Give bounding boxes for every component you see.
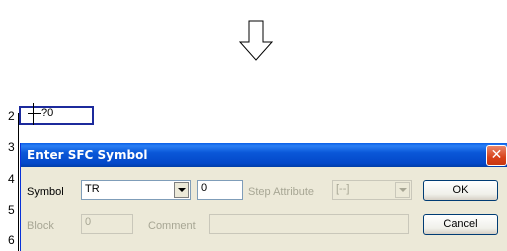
dialog-titlebar[interactable]: Enter SFC Symbol ✕ bbox=[21, 143, 507, 167]
cancel-button[interactable]: Cancel bbox=[423, 214, 498, 235]
comment-label: Comment bbox=[148, 220, 196, 232]
block-field: 0 bbox=[81, 214, 133, 234]
symbol-dropdown[interactable]: TR bbox=[81, 180, 191, 200]
chevron-down-icon[interactable] bbox=[174, 182, 189, 198]
chevron-down-icon bbox=[395, 182, 410, 198]
comment-field bbox=[209, 214, 409, 234]
block-label: Block bbox=[27, 220, 54, 232]
down-arrow-icon bbox=[238, 20, 274, 61]
ok-button[interactable]: OK bbox=[423, 180, 498, 201]
cursor-cell[interactable] bbox=[19, 106, 94, 125]
close-button[interactable]: ✕ bbox=[486, 145, 507, 166]
step-attribute-dropdown-value: [--] bbox=[336, 183, 350, 195]
cursor-crosshair-horizontal bbox=[28, 113, 41, 114]
step-attribute-label: Step Attribute bbox=[248, 186, 315, 198]
symbol-label: Symbol bbox=[27, 186, 64, 198]
left-power-rail bbox=[18, 113, 19, 251]
cursor-crosshair-vertical bbox=[33, 103, 34, 125]
close-icon: ✕ bbox=[490, 147, 503, 163]
row-number: 5 bbox=[8, 203, 15, 217]
step-attribute-dropdown: [--] bbox=[332, 180, 412, 200]
symbol-dropdown-value: TR bbox=[85, 183, 100, 195]
step-number-field[interactable]: 0 bbox=[197, 180, 243, 200]
row-number: 2 bbox=[8, 109, 15, 123]
row-number: 4 bbox=[8, 172, 15, 186]
enter-sfc-symbol-dialog: Enter SFC Symbol ✕ Symbol TR 0 Step Attr… bbox=[20, 143, 507, 251]
row-number: 6 bbox=[8, 233, 15, 247]
dialog-title: Enter SFC Symbol bbox=[27, 148, 148, 162]
row-number: 3 bbox=[8, 140, 15, 154]
cursor-cell-text: ?0 bbox=[41, 107, 54, 119]
